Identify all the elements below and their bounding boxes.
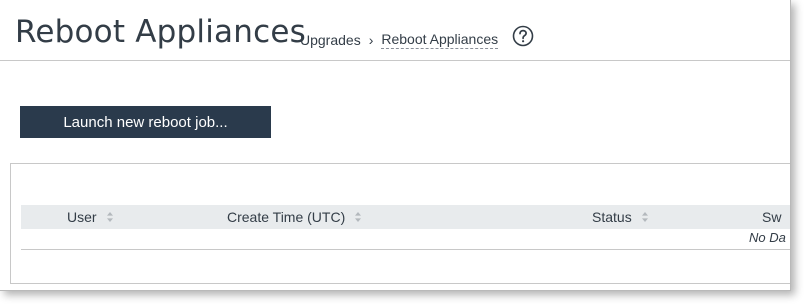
column-header-label: Sw — [762, 209, 782, 225]
column-header-create-time[interactable]: Create Time (UTC) — [227, 205, 362, 229]
sort-icon — [355, 212, 362, 222]
column-header-user[interactable]: User — [67, 205, 114, 229]
page-header: Reboot Appliances Upgrades › Reboot Appl… — [0, 0, 790, 61]
table-header-row: User Create Time (UTC) Status Sw — [21, 205, 790, 229]
page-title: Reboot Appliances — [15, 14, 306, 50]
question-circle-icon[interactable] — [512, 25, 534, 47]
breadcrumb-upgrades-link[interactable]: Upgrades — [300, 32, 361, 48]
column-header-status[interactable]: Status — [592, 205, 649, 229]
app-window: Reboot Appliances Upgrades › Reboot Appl… — [0, 0, 791, 291]
column-header-label: Create Time (UTC) — [227, 209, 346, 225]
breadcrumb-separator: › — [368, 32, 374, 48]
empty-table-message: No Da — [749, 230, 786, 245]
launch-reboot-job-button[interactable]: Launch new reboot job... — [20, 106, 271, 138]
column-header-label: User — [67, 209, 97, 225]
column-header-sw[interactable]: Sw — [762, 205, 781, 229]
breadcrumb: Upgrades › Reboot Appliances — [300, 31, 499, 49]
table-bottom-divider — [21, 249, 790, 250]
sort-icon — [641, 212, 648, 222]
column-header-label: Status — [592, 209, 632, 225]
sort-icon — [106, 212, 113, 222]
breadcrumb-current[interactable]: Reboot Appliances — [381, 31, 499, 49]
